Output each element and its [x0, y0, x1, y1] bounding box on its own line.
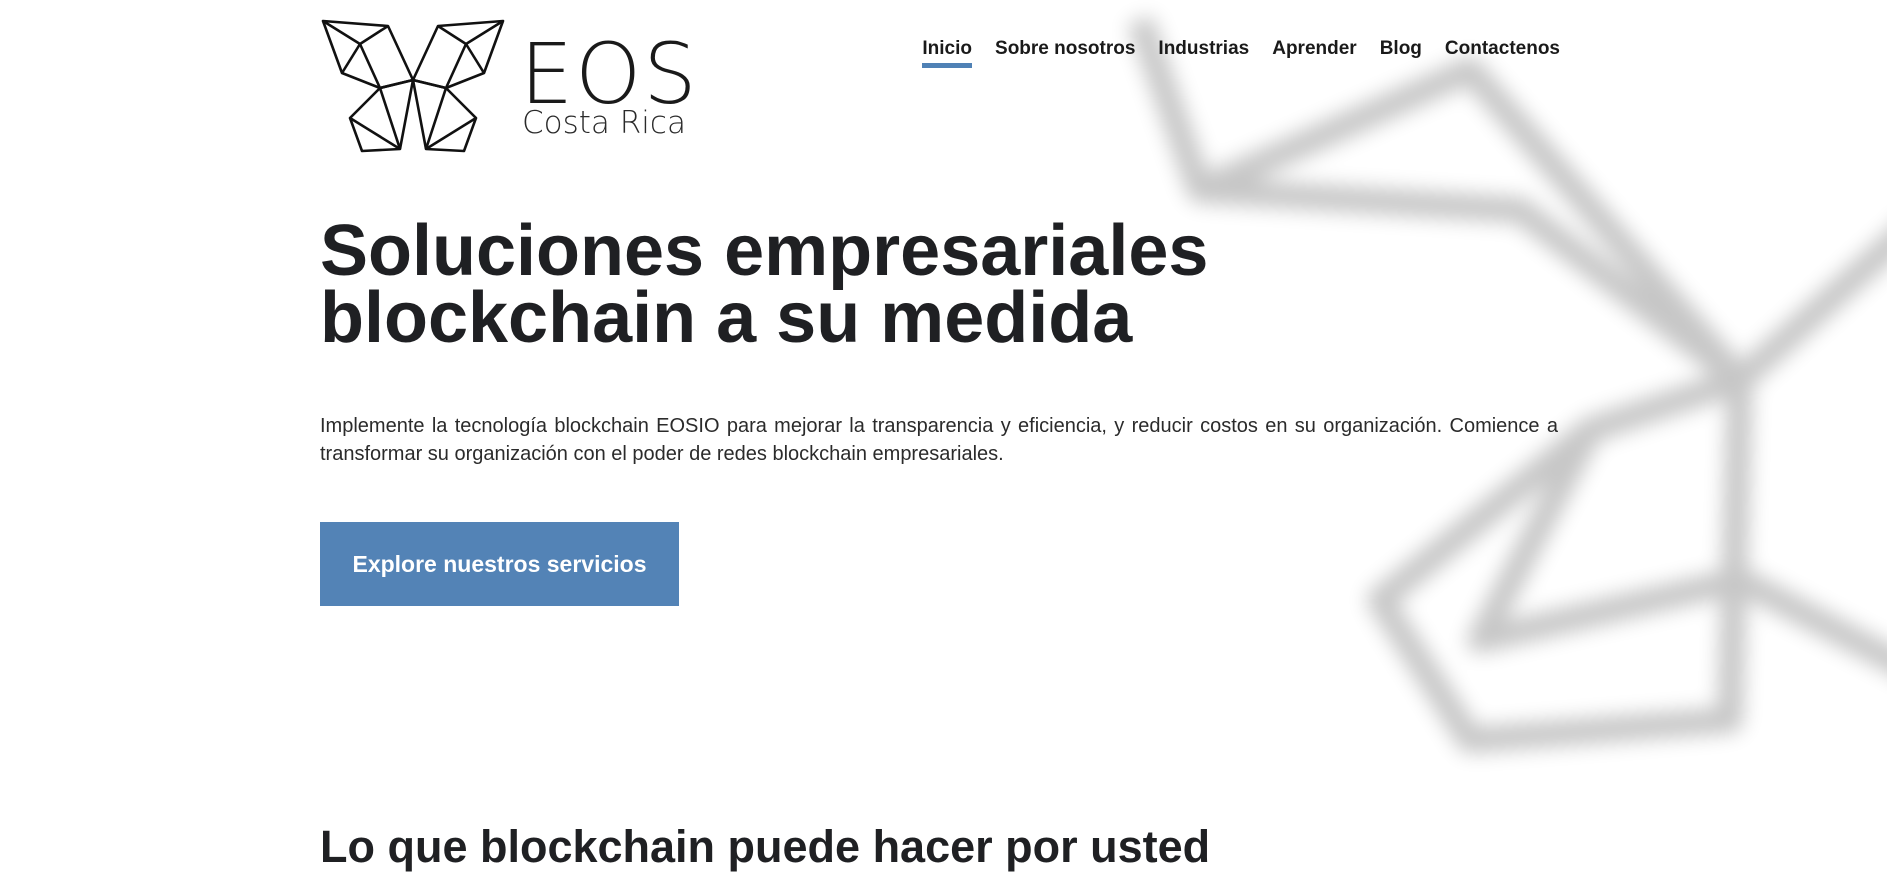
nav-item-industrias[interactable]: Industrias: [1158, 38, 1249, 68]
hero-description: Implemente la tecnología blockchain EOSI…: [320, 415, 1558, 465]
nav-item-aprender[interactable]: Aprender: [1272, 38, 1356, 68]
nav-item-inicio[interactable]: Inicio: [922, 38, 972, 68]
hero-title-line-2: blockchain a su medida: [320, 278, 1133, 358]
site-header: EOS Costa Rica Inicio Sobre nosotros Ind…: [320, 18, 1560, 158]
main-navigation: Inicio Sobre nosotros Industrias Aprende…: [922, 38, 1560, 68]
explore-services-button[interactable]: Explore nuestros servicios: [320, 522, 679, 606]
logo-wordmark: EOS: [520, 25, 699, 123]
butterfly-logo-icon: [321, 19, 505, 153]
nav-item-contactenos[interactable]: Contactenos: [1445, 38, 1560, 68]
section-title: Lo que blockchain puede hacer por usted: [320, 821, 1211, 872]
page: EOS Costa Rica Inicio Sobre nosotros Ind…: [0, 0, 1887, 887]
hero-title: Soluciones empresariales blockchain a su…: [320, 215, 1220, 354]
site-logo[interactable]: EOS Costa Rica: [320, 18, 697, 158]
nav-item-blog[interactable]: Blog: [1380, 38, 1422, 68]
nav-item-sobre-nosotros[interactable]: Sobre nosotros: [995, 38, 1135, 68]
logo-subtitle: Costa Rica: [522, 105, 686, 141]
